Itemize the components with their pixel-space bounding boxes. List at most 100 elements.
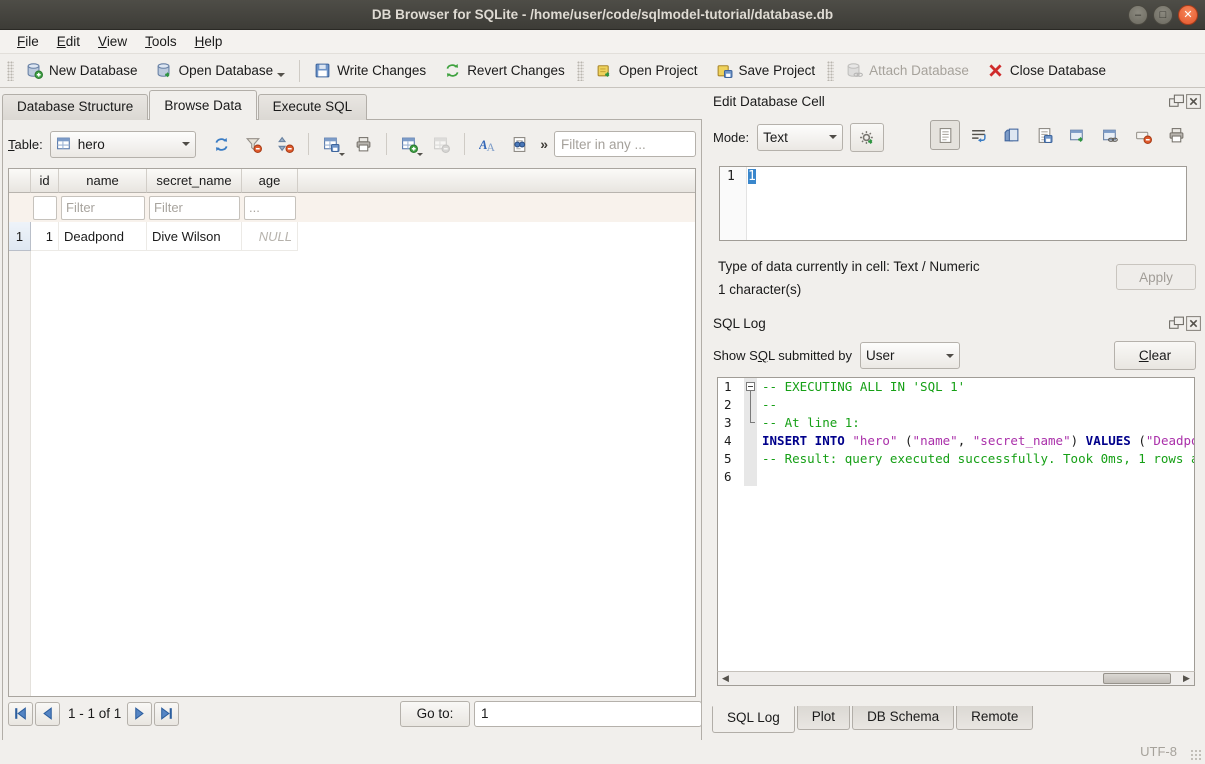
- titlebar[interactable]: DB Browser for SQLite - /home/user/code/…: [0, 0, 1205, 30]
- apply-button[interactable]: Apply: [1116, 264, 1196, 290]
- fold-margin[interactable]: [744, 378, 757, 396]
- set-null-button[interactable]: [1128, 120, 1158, 150]
- clear-log-button[interactable]: Clear: [1114, 341, 1196, 370]
- bottom-tab-sql-log[interactable]: SQL Log: [712, 706, 795, 733]
- menu-tools[interactable]: Tools: [136, 32, 186, 51]
- float-panel-icon[interactable]: [1169, 316, 1183, 330]
- bottom-tab-remote[interactable]: Remote: [956, 706, 1033, 730]
- sql-log-view[interactable]: 1-- EXECUTING ALL IN 'SQL 1'2--3-- At li…: [717, 377, 1195, 671]
- previous-record-button[interactable]: [35, 702, 60, 726]
- fold-collapse-icon[interactable]: [746, 382, 755, 391]
- cell-age[interactable]: NULL: [242, 222, 298, 251]
- column-header-secret_name[interactable]: secret_name: [147, 169, 242, 193]
- menu-file[interactable]: File: [8, 32, 48, 51]
- revert-changes-button[interactable]: Revert Changes: [435, 58, 574, 83]
- bottom-tab-db-schema[interactable]: DB Schema: [852, 706, 954, 730]
- import-data-button[interactable]: [996, 120, 1026, 150]
- menu-help[interactable]: Help: [186, 32, 232, 51]
- filter-any-input[interactable]: [554, 131, 696, 157]
- print-button[interactable]: [349, 130, 378, 158]
- cell-secret_name[interactable]: Dive Wilson: [147, 222, 242, 251]
- save-project-button[interactable]: Save Project: [707, 58, 825, 83]
- cell-editor[interactable]: 1 1: [719, 166, 1187, 241]
- close-icon[interactable]: ✕: [1178, 5, 1198, 25]
- log-line-number: 3: [718, 414, 744, 432]
- minimize-icon[interactable]: –: [1128, 5, 1148, 25]
- bottom-tab-plot[interactable]: Plot: [797, 706, 850, 730]
- fold-margin[interactable]: [744, 414, 757, 432]
- filter-input-age[interactable]: [244, 196, 296, 220]
- sql-token: VALUES: [1086, 433, 1131, 448]
- column-header-age[interactable]: age: [242, 169, 298, 193]
- print-cell-button[interactable]: [1161, 120, 1191, 150]
- insert-record-button[interactable]: [395, 130, 424, 158]
- new-database-button[interactable]: New Database: [17, 58, 147, 83]
- sql-source-select[interactable]: User: [860, 342, 960, 369]
- copy-link-button[interactable]: [1095, 120, 1125, 150]
- menu-edit[interactable]: Edit: [48, 32, 89, 51]
- menu-view[interactable]: View: [89, 32, 136, 51]
- mode-select[interactable]: Text: [757, 124, 843, 151]
- grid-corner-cell[interactable]: [9, 169, 31, 193]
- grid-filter-row: [9, 193, 695, 222]
- clear-sorting-button[interactable]: [271, 130, 300, 158]
- tab-execute-sql[interactable]: Execute SQL: [258, 94, 368, 120]
- maximize-icon[interactable]: □: [1153, 5, 1173, 25]
- open-project-button[interactable]: Open Project: [587, 58, 707, 83]
- sql-log-controls: Show SQL submitted by User Clear: [713, 340, 1196, 371]
- fold-margin[interactable]: [744, 432, 757, 450]
- column-header-name[interactable]: name: [59, 169, 147, 193]
- scrollbar-track[interactable]: [733, 672, 1179, 685]
- toolbar-drag-handle[interactable]: [827, 61, 834, 81]
- log-line-number: 2: [718, 396, 744, 414]
- open-database-button[interactable]: Open Database: [147, 58, 295, 83]
- tab-browse-data[interactable]: Browse Data: [149, 90, 256, 120]
- toolbar-overflow-chevron[interactable]: »: [536, 136, 552, 152]
- export-table-button[interactable]: [317, 130, 346, 158]
- close-panel-icon[interactable]: [1186, 94, 1200, 108]
- word-wrap-button[interactable]: [963, 120, 993, 150]
- cell-name[interactable]: Deadpond: [59, 222, 147, 251]
- export-data-button[interactable]: [1029, 120, 1059, 150]
- next-record-button[interactable]: [127, 702, 152, 726]
- tab-database-structure[interactable]: Database Structure: [2, 94, 148, 120]
- column-header-id[interactable]: id: [31, 169, 59, 193]
- filter-input-name[interactable]: [61, 196, 145, 220]
- auto-apply-button[interactable]: [850, 123, 884, 152]
- toolbar-drag-handle[interactable]: [577, 61, 584, 81]
- find-in-table-button[interactable]: [505, 130, 534, 158]
- fold-margin[interactable]: [744, 396, 757, 414]
- write-changes-button[interactable]: Write Changes: [305, 58, 435, 83]
- edit-display-format-button[interactable]: AA: [473, 130, 502, 158]
- goto-input[interactable]: [474, 701, 702, 727]
- filter-input-id[interactable]: [33, 196, 57, 220]
- table-select[interactable]: hero: [50, 131, 196, 158]
- chevron-down-icon[interactable]: [277, 73, 285, 77]
- resize-grip[interactable]: [1190, 749, 1202, 761]
- sql-log-hscrollbar[interactable]: ◀ ▶: [717, 671, 1195, 686]
- fold-margin[interactable]: [744, 450, 757, 468]
- goto-button[interactable]: Go to:: [400, 701, 470, 727]
- cell-id[interactable]: 1: [31, 222, 59, 251]
- table-row[interactable]: 11DeadpondDive WilsonNULL: [9, 222, 695, 251]
- text-mode-button[interactable]: [930, 120, 960, 150]
- scroll-left-icon[interactable]: ◀: [718, 672, 733, 685]
- encoding-label: UTF-8: [1140, 744, 1177, 759]
- scrollbar-thumb[interactable]: [1103, 673, 1171, 684]
- fold-margin[interactable]: [744, 468, 757, 486]
- refresh-button[interactable]: [207, 130, 236, 158]
- clear-filters-button[interactable]: [239, 130, 268, 158]
- record-navigation: 1 - 1 of 1 Go to:: [8, 700, 696, 727]
- first-record-button[interactable]: [8, 702, 33, 726]
- cell-editor-toolbar: [930, 120, 1191, 150]
- scroll-right-icon[interactable]: ▶: [1179, 672, 1194, 685]
- open-external-button[interactable]: [1062, 120, 1092, 150]
- float-panel-icon[interactable]: [1169, 94, 1183, 108]
- filter-input-secret_name[interactable]: [149, 196, 240, 220]
- row-header[interactable]: 1: [9, 222, 31, 251]
- toolbar-drag-handle[interactable]: [7, 61, 14, 81]
- close-database-button[interactable]: Close Database: [978, 58, 1115, 83]
- clear-filters-icon: [245, 136, 262, 153]
- close-panel-icon[interactable]: [1186, 316, 1200, 330]
- last-record-button[interactable]: [154, 702, 179, 726]
